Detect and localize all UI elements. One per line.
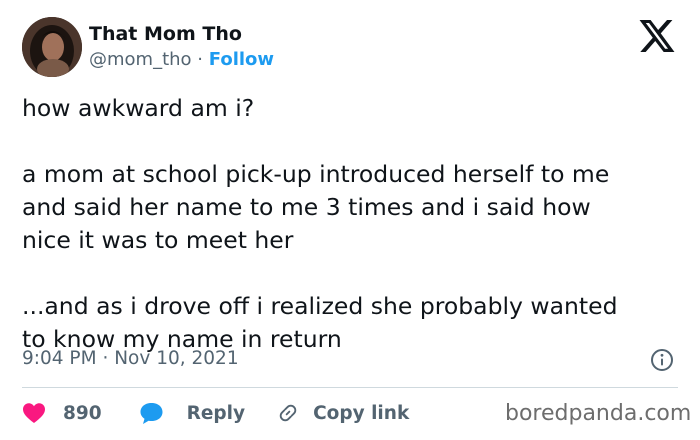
- boredpanda-watermark: boredpanda.com: [505, 401, 692, 426]
- link-icon: [279, 404, 297, 422]
- like-button[interactable]: 890: [22, 402, 102, 424]
- copy-link-label: Copy link: [313, 402, 410, 424]
- divider: [22, 387, 678, 388]
- reply-bubble-icon: [140, 403, 163, 424]
- reply-label: Reply: [186, 402, 246, 424]
- handle-separator: ·: [197, 49, 204, 70]
- tweet-line: and said her name to me 3 times and i sa…: [22, 193, 591, 221]
- tweet-time: 9:04 PM: [22, 348, 97, 369]
- author-avatar[interactable]: [22, 17, 82, 77]
- tweet-date: Nov 10, 2021: [114, 348, 239, 369]
- x-logo-icon[interactable]: [639, 20, 675, 52]
- tweet-timestamp[interactable]: 9:04 PM · Nov 10, 2021: [22, 346, 239, 372]
- profile-photo-icon: [22, 17, 82, 77]
- info-icon[interactable]: [650, 348, 674, 372]
- likes-count: 890: [63, 402, 102, 424]
- tweet-line: ...and as i drove off i realized she pro…: [22, 292, 618, 320]
- timestamp-separator: ·: [102, 348, 109, 369]
- author-handle-row: @mom_tho · Follow: [89, 48, 274, 72]
- copy-link-button[interactable]: Copy link: [277, 402, 409, 424]
- tweet-text: how awkward am i? a mom at school pick-u…: [22, 92, 692, 356]
- action-bar: 890 Reply Copy link: [22, 399, 409, 427]
- heart-icon: [23, 403, 45, 423]
- tweet-line: how awkward am i?: [22, 94, 255, 122]
- tweet-line: nice it was to meet her: [22, 226, 294, 254]
- tweet-line: a mom at school pick-up introduced herse…: [22, 160, 610, 188]
- reply-button[interactable]: Reply: [139, 401, 245, 425]
- author-display-name[interactable]: That Mom Tho: [89, 22, 242, 46]
- follow-button[interactable]: Follow: [209, 49, 274, 70]
- author-handle[interactable]: @mom_tho: [89, 49, 192, 70]
